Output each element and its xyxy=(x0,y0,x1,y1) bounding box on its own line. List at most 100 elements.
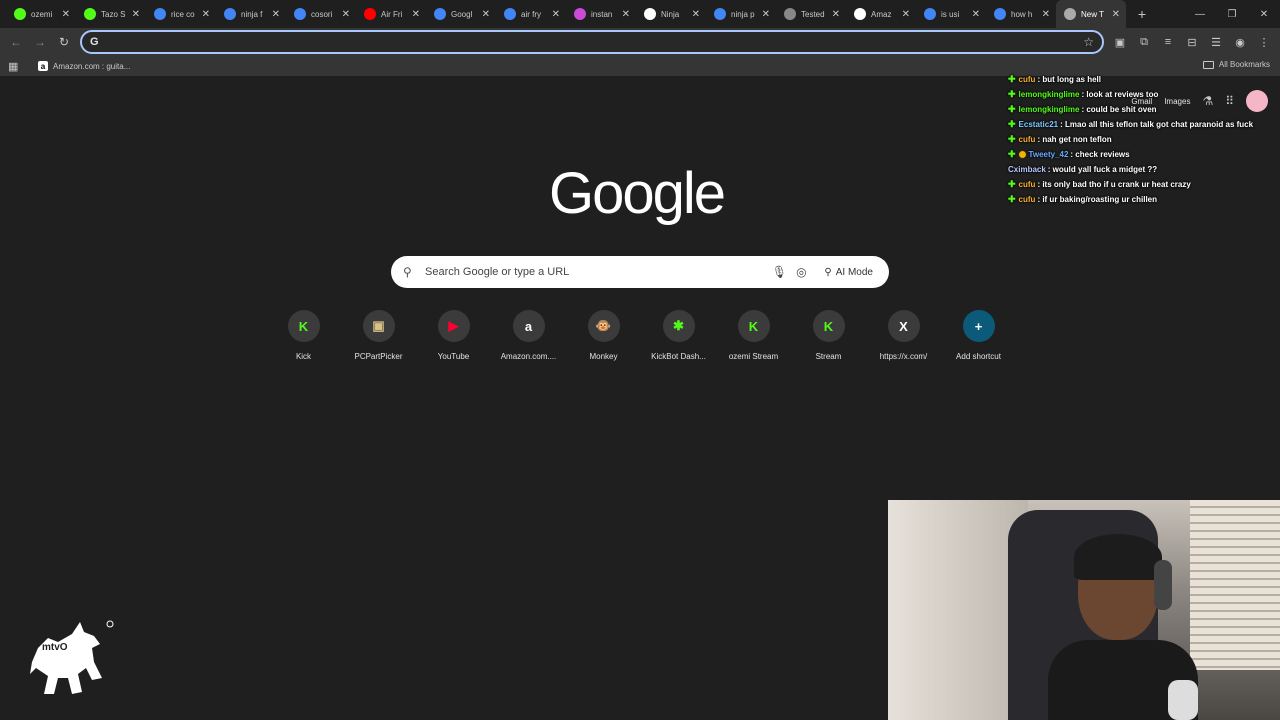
tab-strip: ozemi ✕ Tazo S ✕ rice co ✕ ninja f ✕ cosori ✕ Air … xyxy=(0,0,1280,28)
dog-silhouette-icon xyxy=(30,620,114,694)
close-tab-icon[interactable]: ✕ xyxy=(762,9,770,20)
close-tab-icon[interactable]: ✕ xyxy=(972,9,980,20)
tab-title: air fry xyxy=(521,9,541,19)
close-tab-icon[interactable]: ✕ xyxy=(202,9,210,20)
close-tab-icon[interactable]: ✕ xyxy=(412,9,420,20)
chat-message: ✚ cufu: its only bad tho if u crank ur he… xyxy=(1008,177,1276,192)
tab-title: is usi xyxy=(941,9,960,19)
close-tab-icon[interactable]: ✕ xyxy=(62,9,70,20)
reading-list-icon[interactable]: ☰ xyxy=(1208,36,1224,49)
chat-text: : check reviews xyxy=(1070,150,1130,159)
chat-message: ✚ Tweety_42: check reviews xyxy=(1008,147,1276,162)
browser-tab[interactable]: ozemi ✕ xyxy=(6,0,76,28)
browser-tab[interactable]: New T ✕ xyxy=(1056,0,1126,28)
back-icon[interactable]: ← xyxy=(4,35,28,49)
close-tab-icon[interactable]: ✕ xyxy=(272,9,280,20)
browser-tab[interactable]: Amaz ✕ xyxy=(846,0,916,28)
extension-icon[interactable]: ▣ xyxy=(1112,36,1128,49)
search-input[interactable] xyxy=(425,266,769,278)
shortcut-label: Amazon.com.... xyxy=(500,352,557,361)
chat-username: cufu xyxy=(1018,195,1036,204)
forward-icon[interactable]: → xyxy=(28,35,52,49)
shortcut-tile[interactable]: ▣ PCPartPicker xyxy=(341,310,416,361)
shortcut-tile[interactable]: ✱ KickBot Dash... xyxy=(641,310,716,361)
shortcut-tile[interactable]: Kozemi Stream xyxy=(716,310,791,361)
headset xyxy=(1154,560,1172,610)
streamer xyxy=(1048,520,1198,720)
profile-icon[interactable]: ◉ xyxy=(1232,36,1248,49)
shortcut-icon: K xyxy=(812,310,845,342)
shortcut-tile[interactable]: 🐵 Monkey xyxy=(566,310,641,361)
browser-tab[interactable]: instan ✕ xyxy=(566,0,636,28)
search-icon: ⚲ xyxy=(403,265,412,279)
minimize-icon[interactable]: — xyxy=(1184,9,1216,20)
chat-text: : Lmao all this teflon talk got chat par… xyxy=(1060,120,1254,129)
address-input[interactable] xyxy=(104,36,1084,48)
shortcut-tile[interactable]: K Stream xyxy=(791,310,866,361)
shortcut-tile[interactable]: ▶ YouTube xyxy=(416,310,491,361)
menu-icon[interactable]: ⋮ xyxy=(1256,36,1272,49)
browser-tab[interactable]: how h ✕ xyxy=(986,0,1056,28)
browser-tab[interactable]: ninja p ✕ xyxy=(706,0,776,28)
add-shortcut-button[interactable]: + Add shortcut xyxy=(941,310,1016,361)
close-tab-icon[interactable]: ✕ xyxy=(132,9,140,20)
close-tab-icon[interactable]: ✕ xyxy=(902,9,910,20)
close-tab-icon[interactable]: ✕ xyxy=(1112,9,1120,20)
tab-search-icon[interactable]: ⊟ xyxy=(1184,36,1200,49)
close-tab-icon[interactable]: ✕ xyxy=(1042,9,1050,20)
browser-tab[interactable]: Tazo S ✕ xyxy=(76,0,146,28)
restore-icon[interactable]: ❐ xyxy=(1216,9,1248,20)
all-bookmarks-button[interactable]: All Bookmarks xyxy=(1202,60,1270,69)
browser-tab[interactable]: air fry ✕ xyxy=(496,0,566,28)
tab-title: Tested xyxy=(801,9,825,19)
close-tab-icon[interactable]: ✕ xyxy=(622,9,630,20)
ntp-search-box[interactable]: ⚲ 🎙 ◎ ⚲ AI Mode xyxy=(391,256,889,288)
kick-badge-icon: ✚ xyxy=(1008,119,1016,129)
close-tab-icon[interactable]: ✕ xyxy=(692,9,700,20)
tab-title: instan xyxy=(591,9,613,19)
shortcut-label: Add shortcut xyxy=(956,352,1001,361)
shortcut-tile[interactable]: K Kick xyxy=(266,310,341,361)
shortcut-tile[interactable]: Xhttps://x.com/ xyxy=(866,310,941,361)
chat-username: Ecstatic21 xyxy=(1018,120,1059,129)
browser-tab[interactable]: cosori ✕ xyxy=(286,0,356,28)
google-icon xyxy=(434,8,446,20)
bookmark-star-icon[interactable]: ☆ xyxy=(1083,35,1094,49)
browser-tab[interactable]: Ninja ✕ xyxy=(636,0,706,28)
google-lens-icon[interactable]: ◎ xyxy=(790,265,812,279)
address-bar[interactable]: G ☆ xyxy=(80,30,1104,54)
chat-text: : could be shit oven xyxy=(1081,105,1157,114)
browser-tab[interactable]: Air Fri ✕ xyxy=(356,0,426,28)
shortcut-tile[interactable]: a Amazon.com.... xyxy=(491,310,566,361)
ai-mode-button[interactable]: ⚲ AI Mode xyxy=(820,267,877,278)
browser-tab[interactable]: Tested ✕ xyxy=(776,0,846,28)
shortcut-label: Kick xyxy=(295,352,312,361)
gold-badge-icon xyxy=(1018,151,1026,158)
close-tab-icon[interactable]: ✕ xyxy=(482,9,490,20)
close-window-icon[interactable]: ✕ xyxy=(1248,9,1280,20)
grid-icon xyxy=(574,8,586,20)
apps-grid-icon[interactable]: ▦ xyxy=(8,60,22,73)
durag xyxy=(1074,534,1162,580)
media-icon[interactable]: ≡ xyxy=(1160,36,1176,48)
kick-icon xyxy=(84,8,96,20)
kick-badge-icon: ✚ xyxy=(1008,194,1016,204)
chat-username: cufu xyxy=(1018,135,1036,144)
close-tab-icon[interactable]: ✕ xyxy=(342,9,350,20)
microphone-icon[interactable]: 🎙 xyxy=(768,265,790,279)
new-tab-icon[interactable]: + xyxy=(1132,6,1152,22)
close-tab-icon[interactable]: ✕ xyxy=(832,9,840,20)
microphone xyxy=(1168,680,1198,720)
google-icon xyxy=(994,8,1006,20)
close-tab-icon[interactable]: ✕ xyxy=(552,9,560,20)
browser-tab[interactable]: Googl ✕ xyxy=(426,0,496,28)
puzzle-icon[interactable]: ⧉ xyxy=(1136,36,1152,49)
link-icon xyxy=(784,8,796,20)
reload-icon[interactable]: ↻ xyxy=(52,35,76,49)
browser-tab[interactable]: is usi ✕ xyxy=(916,0,986,28)
bookmark-item-amazon[interactable]: a Amazon.com : guita... xyxy=(38,61,130,71)
browser-tab[interactable]: ninja f ✕ xyxy=(216,0,286,28)
google-logo: Google xyxy=(549,161,726,226)
youtube-icon xyxy=(364,8,376,20)
browser-tab[interactable]: rice co ✕ xyxy=(146,0,216,28)
